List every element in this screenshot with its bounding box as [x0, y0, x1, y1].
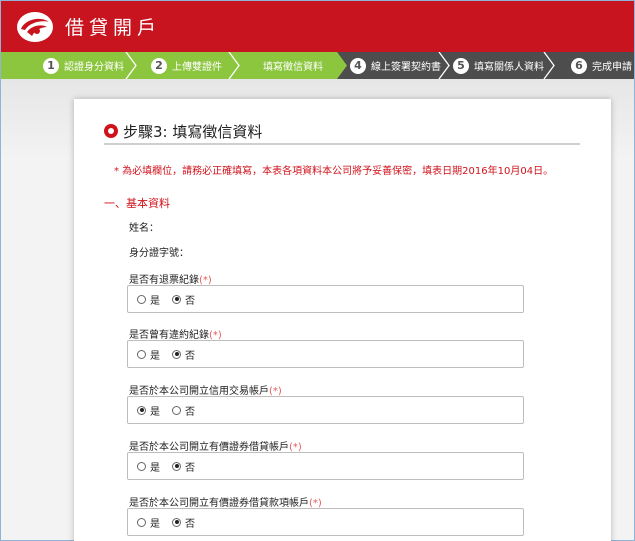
- step-2: 2 上傳雙證件: [151, 52, 222, 79]
- radio-button[interactable]: [137, 517, 146, 527]
- radio-group-securities-loan-funds-account: 是 否: [127, 508, 524, 536]
- step-number: 5: [453, 57, 469, 74]
- app-header: 借貸開戶: [1, 1, 634, 52]
- step-marker-icon: [104, 124, 118, 138]
- radio-option-yes[interactable]: 是: [137, 403, 160, 418]
- radio-option-no[interactable]: 否: [172, 292, 195, 307]
- radio-group-credit-account: 是 否: [127, 396, 524, 424]
- radio-group-default-record: 是 否: [127, 340, 524, 368]
- step-5: 5 填寫關係人資料: [453, 52, 544, 79]
- step-label: 上傳雙證件: [172, 62, 222, 73]
- radio-option-yes[interactable]: 是: [137, 292, 160, 307]
- chevron-right-icon: [125, 52, 137, 79]
- radio-option-no[interactable]: 否: [172, 515, 195, 530]
- step-1: 1 認證身分資料: [43, 52, 124, 79]
- radio-option-no[interactable]: 否: [172, 403, 195, 418]
- radio-button[interactable]: [172, 461, 181, 471]
- chevron-right-icon: [228, 52, 240, 79]
- radio-label: 否: [185, 462, 195, 474]
- id-number-label: 身分證字號：: [129, 248, 189, 259]
- question-label: 是否有退票紀錄(*): [129, 271, 212, 286]
- step-number: 1: [43, 57, 59, 74]
- name-label: 姓名：: [129, 223, 159, 234]
- page-title-row: 步驟3: 填寫徵信資料: [104, 119, 580, 143]
- radio-group-bounced-check: 是 否: [127, 285, 524, 313]
- radio-label: 否: [185, 350, 195, 362]
- radio-label: 是: [150, 350, 160, 362]
- question-label: 是否於本公司開立有價證券借貸款項帳戶(*): [129, 494, 322, 509]
- radio-button[interactable]: [172, 517, 181, 527]
- step-label: 完成申請: [592, 62, 632, 73]
- page-title: 步驟3: 填寫徵信資料: [123, 122, 263, 141]
- radio-label: 是: [150, 518, 160, 530]
- question-label: 是否於本公司開立信用交易帳戶(*): [129, 382, 282, 397]
- radio-button[interactable]: [137, 461, 146, 471]
- radio-label: 否: [185, 295, 195, 307]
- radio-button[interactable]: [137, 349, 146, 359]
- required-notice: * 為必填欄位，請務必正確填寫，本表各項資料本公司將予妥善保密，填表日期2016…: [114, 166, 554, 177]
- section-heading: 一、基本資料: [104, 197, 170, 210]
- radio-option-yes[interactable]: 是: [137, 459, 160, 474]
- step-number: 6: [571, 57, 587, 74]
- question-label: 是否於本公司開立有價證券借貸帳戶(*): [129, 438, 302, 453]
- radio-button[interactable]: [137, 294, 146, 304]
- progress-steps: 1 認證身分資料 2 上傳雙證件 填寫徵信資料 4 線上簽署契約書 5 填寫關係…: [1, 52, 634, 79]
- step-3-current: 填寫徵信資料: [263, 52, 323, 79]
- chevron-right-icon: [438, 52, 450, 79]
- radio-option-no[interactable]: 否: [172, 347, 195, 362]
- step-label: 填寫徵信資料: [263, 62, 323, 73]
- radio-button[interactable]: [172, 294, 181, 304]
- step-number: 2: [151, 57, 167, 74]
- chevron-right-icon: [335, 52, 347, 79]
- step-number: 4: [350, 57, 366, 74]
- radio-option-yes[interactable]: 是: [137, 347, 160, 362]
- step-label: 線上簽署契約書: [371, 62, 441, 73]
- radio-button[interactable]: [172, 405, 181, 415]
- radio-label: 是: [150, 406, 160, 418]
- form-card: 步驟3: 填寫徵信資料 * 為必填欄位，請務必正確填寫，本表各項資料本公司將予妥…: [74, 99, 611, 541]
- step-4: 4 線上簽署契約書: [350, 52, 441, 79]
- chevron-right-icon: [543, 52, 555, 79]
- radio-button[interactable]: [137, 405, 146, 415]
- step-6: 6 完成申請: [571, 52, 632, 79]
- radio-label: 是: [150, 295, 160, 307]
- question-label: 是否曾有違約紀錄(*): [129, 326, 222, 341]
- radio-button[interactable]: [172, 349, 181, 359]
- step-label: 填寫關係人資料: [474, 62, 544, 73]
- radio-option-no[interactable]: 否: [172, 459, 195, 474]
- step-label: 認證身分資料: [64, 62, 124, 73]
- radio-group-securities-lending-account: 是 否: [127, 452, 524, 480]
- radio-label: 是: [150, 462, 160, 474]
- radio-label: 否: [185, 406, 195, 418]
- radio-option-yes[interactable]: 是: [137, 515, 160, 530]
- company-logo-icon: [17, 12, 53, 42]
- app-title: 借貸開戶: [65, 17, 162, 39]
- title-divider: [104, 143, 580, 145]
- radio-label: 否: [185, 518, 195, 530]
